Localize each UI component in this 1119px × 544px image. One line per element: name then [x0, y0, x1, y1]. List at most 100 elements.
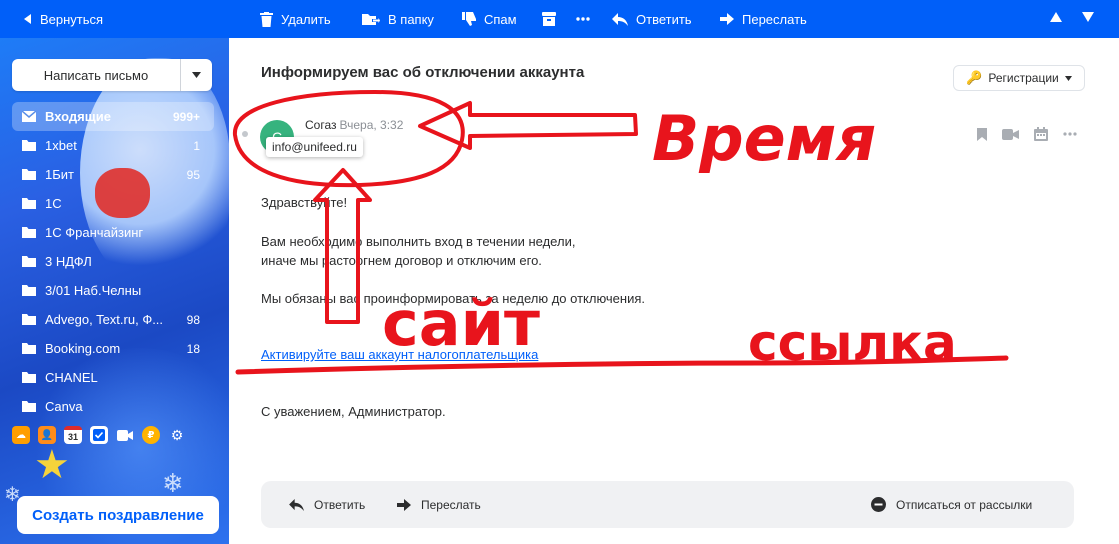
- folder-icon: [22, 314, 36, 325]
- forward-label: Переслать: [742, 11, 807, 27]
- folder-icon: [22, 140, 36, 151]
- more-dots-icon[interactable]: [1063, 132, 1077, 136]
- folder-label: Booking.com: [45, 341, 121, 356]
- greeting-text: Здравствуйте!: [261, 195, 348, 210]
- footer-forward-button[interactable]: Переслать: [397, 481, 481, 528]
- folder-item[interactable]: 1xbet 1: [12, 131, 214, 160]
- forward-icon: [720, 13, 734, 25]
- bookmark-icon[interactable]: [977, 127, 987, 141]
- folder-item[interactable]: 3 НДФЛ: [12, 247, 214, 276]
- sender-line: Согаз Вчера, 3:32: [305, 118, 403, 132]
- gear-icon[interactable]: ⚙: [168, 426, 186, 444]
- thumbs-down-icon: [462, 12, 476, 26]
- tasks-icon[interactable]: [90, 426, 108, 444]
- forward-button[interactable]: Переслать: [720, 0, 807, 38]
- message-subject: Информируем вас об отключении аккаунта: [261, 64, 585, 81]
- previous-message-icon[interactable]: [1050, 12, 1062, 22]
- back-button[interactable]: Вернуться: [24, 0, 103, 38]
- body-line: Мы обязаны вас проинформировать за недел…: [261, 291, 646, 306]
- calendar-day: 31: [67, 432, 78, 442]
- calendar-icon[interactable]: [1034, 127, 1048, 141]
- minus-circle-icon: [871, 497, 886, 512]
- folder-label: 1Бит: [45, 167, 74, 182]
- activation-link[interactable]: Активируйте ваш аккаунт налогоплательщик…: [261, 347, 538, 362]
- reply-icon: [612, 12, 628, 26]
- spam-button[interactable]: Спам: [462, 0, 517, 38]
- calendar-icon[interactable]: 31: [64, 426, 82, 444]
- folder-move-icon: [362, 14, 380, 25]
- reply-button[interactable]: Ответить: [612, 0, 692, 38]
- move-to-folder-button[interactable]: В папку: [362, 0, 434, 38]
- next-message-icon[interactable]: [1082, 12, 1094, 22]
- label-dropdown-button[interactable]: 🔑 Регистрации: [953, 65, 1085, 91]
- folder-label: 1С: [45, 196, 62, 211]
- footer-reply-label: Ответить: [314, 497, 366, 512]
- archive-icon: [542, 12, 556, 26]
- folder-icon: [22, 169, 36, 180]
- payments-icon[interactable]: ₽: [142, 426, 160, 444]
- folder-label: Входящие: [45, 109, 111, 124]
- folder-icon: [22, 198, 36, 209]
- chevron-down-icon: [192, 72, 201, 78]
- delete-button[interactable]: Удалить: [260, 0, 331, 38]
- folder-icon: [22, 227, 36, 238]
- folder-list: Входящие 999+ 1xbet 1 1Бит 95 1С 1С Фран…: [12, 102, 214, 421]
- folder-icon: [22, 256, 36, 267]
- folder-count: 1: [193, 138, 200, 153]
- checkmark-icon: [93, 429, 105, 441]
- folder-icon: [22, 285, 36, 296]
- folder-item[interactable]: Advego, Text.ru, Ф... 98: [12, 305, 214, 334]
- archive-button[interactable]: [542, 0, 556, 38]
- folder-item[interactable]: 3/01 Наб.Челны: [12, 276, 214, 305]
- sender-email-tooltip: info@unifeed.ru: [266, 137, 363, 157]
- chevron-down-icon: [1064, 75, 1072, 81]
- message-view: Информируем вас об отключении аккаунта 🔑…: [229, 38, 1119, 544]
- footer-reply-button[interactable]: Ответить: [289, 481, 365, 528]
- folder-item[interactable]: CHANEL: [12, 363, 214, 392]
- folder-inbox[interactable]: Входящие 999+: [12, 102, 214, 131]
- body-line: иначе мы расторгнем договор и отключим е…: [261, 253, 542, 268]
- forward-icon: [397, 498, 411, 511]
- folder-count: 999+: [172, 109, 200, 124]
- create-greeting-button[interactable]: Создать поздравление: [17, 496, 219, 534]
- video-icon[interactable]: [1002, 128, 1019, 140]
- spam-label: Спам: [484, 11, 517, 27]
- snowflake-decoration: ❄: [162, 468, 184, 498]
- message-time: Вчера, 3:32: [339, 118, 404, 132]
- folder-count: 18: [186, 341, 200, 356]
- folder-item[interactable]: 1С Франчайзинг: [12, 218, 214, 247]
- folder-item[interactable]: Booking.com 18: [12, 334, 214, 363]
- quick-actions-bar: Ответить Переслать Отписаться от рассылк…: [261, 481, 1074, 528]
- more-button[interactable]: [576, 0, 590, 38]
- folder-item[interactable]: 1С: [12, 189, 214, 218]
- camera-icon: [117, 429, 133, 441]
- compose-button[interactable]: Написать письмо: [12, 59, 181, 91]
- compose-control: Написать письмо: [12, 59, 212, 91]
- folder-item[interactable]: Canva: [12, 392, 214, 421]
- star-decoration: ★: [34, 443, 70, 487]
- more-dots-icon: [576, 17, 590, 21]
- unread-dot[interactable]: [242, 131, 248, 137]
- folder-count: 98: [186, 312, 200, 327]
- folder-icon: [22, 372, 36, 383]
- folder-icon: [22, 343, 36, 354]
- to-folder-label: В папку: [388, 11, 434, 27]
- contacts-icon[interactable]: 👤: [38, 426, 56, 444]
- trash-icon: [260, 11, 273, 27]
- back-label: Вернуться: [40, 11, 104, 27]
- compose-dropdown-button[interactable]: [181, 59, 212, 91]
- video-call-icon[interactable]: [116, 426, 134, 444]
- sender-name[interactable]: Согаз: [305, 118, 337, 132]
- footer-forward-label: Переслать: [421, 497, 481, 512]
- folder-icon: [22, 401, 36, 412]
- cloud-icon[interactable]: ☁: [12, 426, 30, 444]
- folder-label: 3 НДФЛ: [45, 254, 92, 269]
- key-icon: 🔑: [966, 70, 983, 85]
- message-tools: [977, 127, 1077, 141]
- folder-item[interactable]: 1Бит 95: [12, 160, 214, 189]
- folder-label: Canva: [45, 399, 83, 414]
- reply-icon: [289, 498, 304, 511]
- body-line: Вам необходимо выполнить вход в течении …: [261, 234, 576, 249]
- back-arrow-icon: [24, 14, 31, 24]
- unsubscribe-button[interactable]: Отписаться от рассылки: [871, 481, 1032, 528]
